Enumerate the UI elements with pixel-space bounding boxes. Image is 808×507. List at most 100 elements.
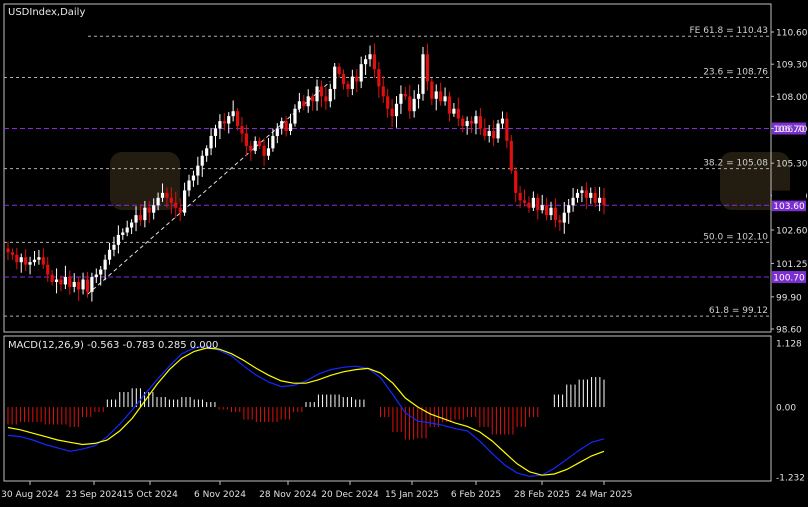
macd-tick-label: -1.232: [776, 474, 805, 484]
candle-body: [421, 54, 425, 94]
x-tick-label: 15 Oct 2024: [122, 490, 178, 500]
candle-body: [147, 207, 151, 213]
candle-body: [178, 207, 182, 213]
candle-body: [315, 86, 319, 102]
candle-body: [447, 96, 452, 114]
x-tick-label: 6 Nov 2024: [194, 490, 246, 500]
candle-body: [28, 262, 32, 265]
candle-body: [328, 88, 332, 102]
candle-body: [196, 165, 200, 176]
candle-body: [297, 101, 301, 109]
candle-body: [99, 269, 103, 275]
candle-body: [90, 277, 94, 292]
candle-body: [6, 248, 10, 253]
candle-body: [416, 93, 421, 99]
candle-body: [32, 259, 37, 263]
candle-body: [443, 96, 447, 102]
candle-body: [50, 274, 54, 282]
candle-body: [372, 54, 377, 70]
candle-body: [81, 279, 85, 290]
candle-body: [425, 54, 430, 82]
candle-body: [474, 116, 478, 124]
candle-body: [10, 252, 15, 255]
y-tick-label: 98.60: [776, 326, 802, 336]
candle-body: [191, 175, 196, 181]
x-tick-label: 30 Aug 2024: [1, 490, 59, 500]
candle-body: [478, 116, 482, 129]
macd-label: MACD(12,26,9) -0.563 -0.783 0.285 0.000: [8, 340, 218, 351]
candle-body: [156, 197, 160, 206]
x-tick-label: 15 Jan 2025: [385, 490, 439, 500]
candle-body: [509, 140, 513, 171]
candle-body: [213, 128, 218, 136]
candle-body: [262, 145, 266, 156]
candle-body: [487, 131, 491, 136]
candle-body: [59, 279, 63, 285]
candle-body: [275, 128, 279, 136]
candle-body: [311, 96, 315, 102]
candle-body: [174, 202, 178, 208]
candle-body: [63, 277, 67, 285]
candle-body: [465, 121, 469, 127]
candle-body: [562, 212, 566, 223]
candle-body: [160, 192, 165, 198]
candle-body: [597, 197, 602, 203]
candle-body: [531, 197, 535, 208]
candle-body: [324, 96, 328, 102]
x-tick-label: 28 Feb 2025: [514, 490, 570, 500]
symbol-title: USDIndex,Daily: [8, 7, 85, 18]
candle-body: [350, 76, 354, 89]
candle-body: [41, 257, 45, 265]
candle-body: [593, 192, 597, 203]
candle-body: [152, 205, 156, 213]
candle-body: [575, 192, 580, 198]
candle-body: [584, 190, 588, 198]
candle-body: [302, 101, 306, 107]
candle-body: [134, 215, 138, 223]
level-label: 61.8 = 99.12: [709, 306, 768, 316]
y-tick-label: 99.90: [776, 293, 802, 303]
candle-body: [107, 249, 112, 260]
macd-panel-frame: [3, 335, 772, 482]
candle-body: [518, 192, 522, 201]
price-level-label: 103.60: [773, 202, 805, 212]
candle-body: [187, 180, 191, 191]
candle-body: [77, 281, 81, 290]
candle-body: [399, 93, 403, 104]
candle-body: [333, 66, 337, 89]
macd-line: [7, 345, 605, 477]
candle-body: [496, 123, 500, 139]
y-tick-label: 106.70: [776, 125, 808, 135]
chart-window: FE 61.8 = 110.43 23.6 = 108.76 38.2 = 105.…: [0, 0, 808, 503]
candle-body: [235, 111, 240, 127]
candle-body: [266, 148, 271, 156]
candle-body: [536, 197, 540, 211]
candle-body: [359, 64, 363, 82]
y-tick-label: 101.25: [776, 260, 808, 270]
candle-body: [456, 108, 460, 119]
candle-body: [103, 259, 107, 270]
candle-body: [169, 197, 173, 203]
candle-body: [116, 234, 120, 245]
candle-body: [514, 170, 518, 193]
candle-body: [386, 96, 390, 109]
candle-body: [412, 98, 416, 112]
candle-body: [408, 96, 412, 112]
candle-body: [505, 118, 509, 141]
candle-body: [288, 123, 293, 131]
candle-body: [558, 220, 562, 223]
candle-body: [218, 121, 222, 129]
candle-body: [439, 91, 443, 102]
candle-body: [602, 197, 606, 206]
candle-body: [522, 200, 527, 203]
candle-body: [394, 103, 399, 117]
candle-body: [306, 96, 310, 107]
candle-body: [355, 76, 359, 82]
level-label: 50.0 = 102.10: [703, 232, 768, 242]
candle-body: [589, 192, 593, 198]
candle-body: [222, 121, 226, 124]
candle-body: [46, 264, 50, 275]
candle-body: [54, 279, 59, 282]
y-tick-label: 108.00: [776, 93, 808, 103]
y-tick-label: 105.30: [776, 160, 808, 170]
